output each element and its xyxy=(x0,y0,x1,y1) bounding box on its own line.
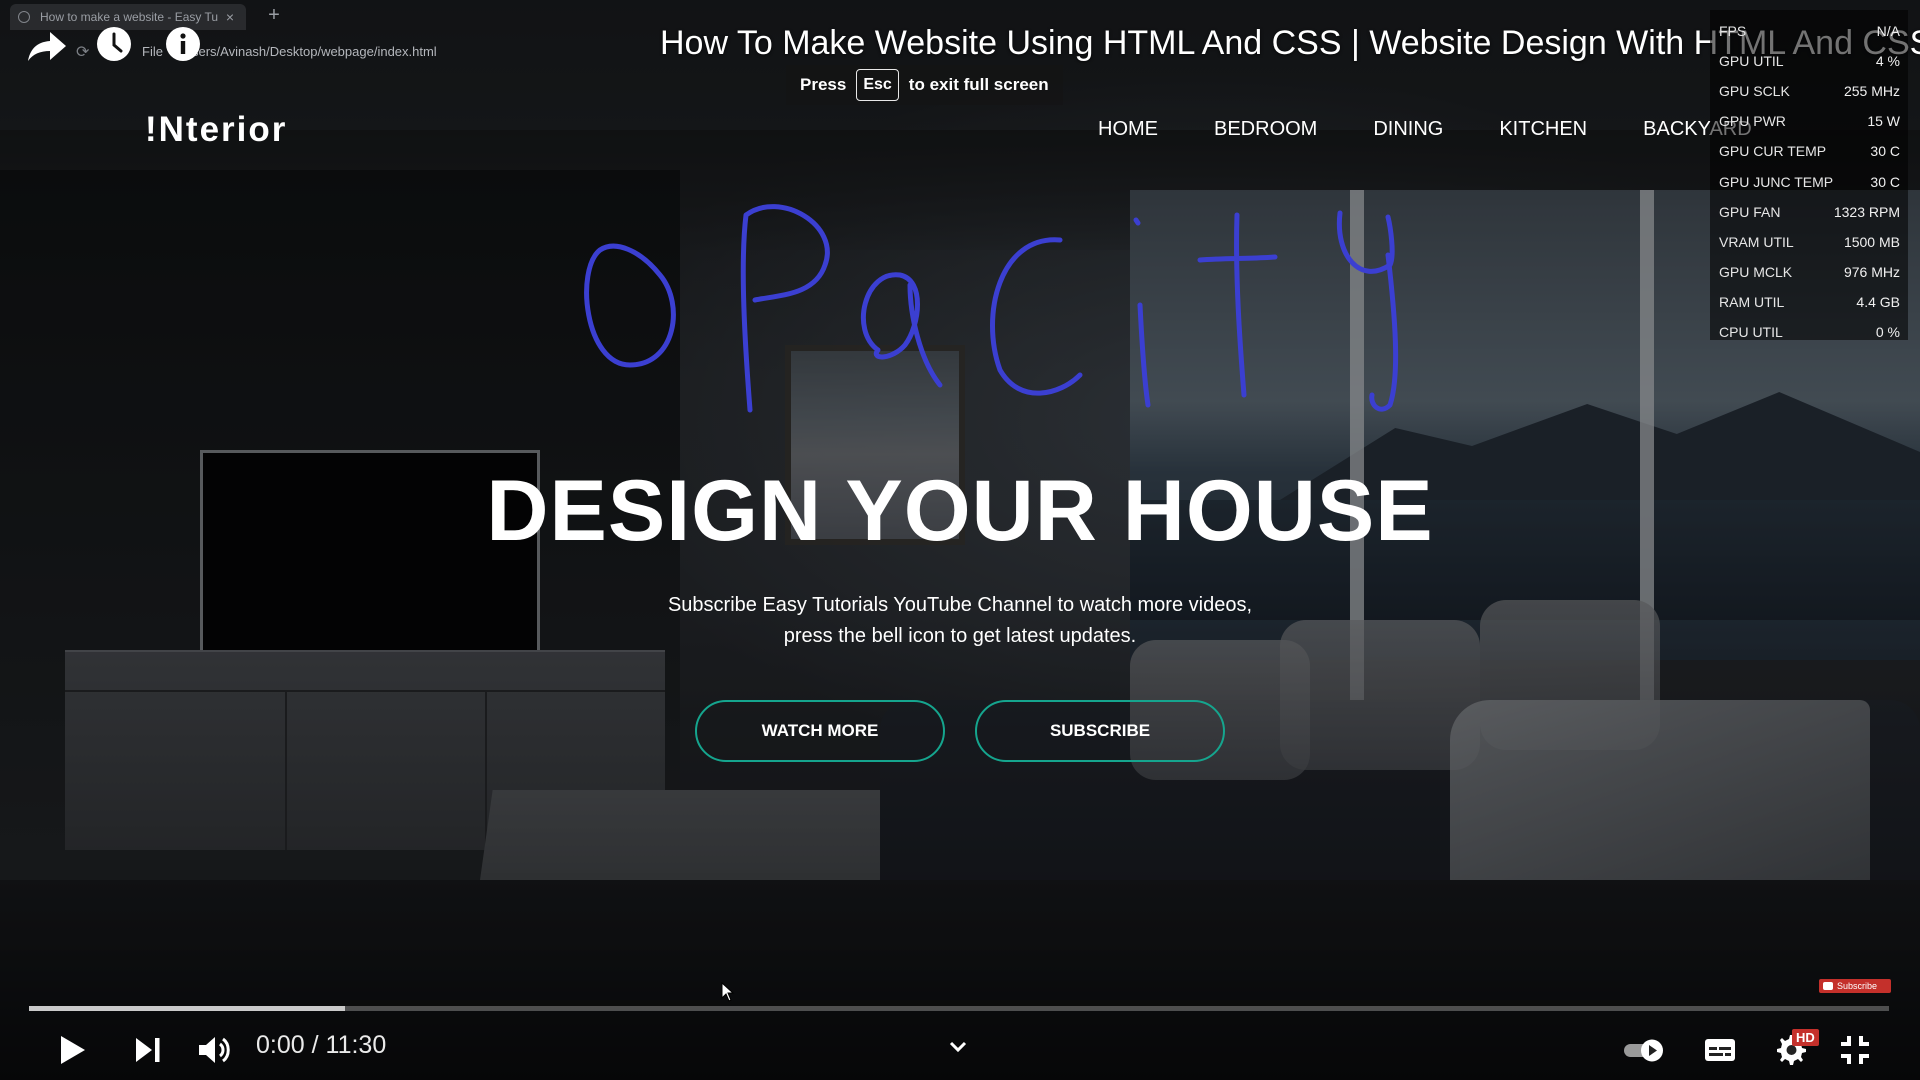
stat-value: 15 W xyxy=(1867,113,1900,130)
time-separator: / xyxy=(311,1031,319,1059)
stat-row: GPU CUR TEMP 30 C xyxy=(1719,136,1900,166)
stat-row: GPU PWR 15 W xyxy=(1719,106,1900,136)
handwritten-annotation: oPacity xyxy=(584,204,1399,413)
next-icon[interactable] xyxy=(132,1030,164,1070)
tab-title: How to make a website - Easy Tu xyxy=(40,10,219,24)
autoplay-toggle-icon[interactable] xyxy=(1622,1030,1668,1070)
new-tab-button[interactable]: + xyxy=(262,4,286,28)
clock-icon[interactable] xyxy=(96,26,132,62)
url-scheme: File xyxy=(142,44,163,59)
mouse-cursor-icon xyxy=(721,982,735,1002)
settings-button[interactable]: HD xyxy=(1772,1029,1819,1070)
stat-value: 4.4 GB xyxy=(1856,293,1900,310)
duration: 11:30 xyxy=(325,1031,387,1059)
stat-label: GPU JUNC TEMP xyxy=(1719,173,1834,190)
stat-row: GPU FAN 1323 RPM xyxy=(1719,197,1900,227)
esc-key-badge: Esc xyxy=(856,69,899,101)
progress-bar[interactable] xyxy=(29,1004,1889,1012)
stat-label: RAM UTIL xyxy=(1719,293,1785,310)
channel-subscribe-watermark[interactable]: Subscribe xyxy=(1819,979,1891,993)
nav-home[interactable]: HOME xyxy=(1098,118,1158,141)
reload-icon[interactable]: ⟳ xyxy=(76,42,89,62)
volume-icon[interactable] xyxy=(196,1030,232,1070)
chevron-down-icon[interactable] xyxy=(946,1030,970,1070)
nav-bedroom[interactable]: BEDROOM xyxy=(1214,118,1317,141)
stat-label: GPU UTIL xyxy=(1719,53,1784,70)
address-bar[interactable]: ⟳ File Users/Avinash/Desktop/webpage/ind… xyxy=(10,38,510,66)
stat-value: 1323 RPM xyxy=(1833,203,1900,220)
hd-badge: HD xyxy=(1792,1029,1819,1046)
subscribe-button[interactable]: SUBSCRIBE xyxy=(975,700,1225,762)
progress-buffered xyxy=(29,1006,346,1011)
stat-label: GPU PWR xyxy=(1719,113,1786,130)
stat-value: 1500 MB xyxy=(1843,233,1900,250)
stat-row: GPU MCLK 976 MHz xyxy=(1719,257,1900,287)
hero-subtitle-line1: Subscribe Easy Tutorials YouTube Channel… xyxy=(667,594,1253,616)
stat-label: FPS xyxy=(1719,23,1747,40)
info-icon[interactable] xyxy=(165,26,201,62)
stat-value: 4 % xyxy=(1875,53,1900,70)
play-icon[interactable] xyxy=(55,1030,91,1070)
stat-value: 30 C xyxy=(1870,143,1900,160)
current-time: 0:00 xyxy=(256,1031,305,1059)
stat-value: 976 MHz xyxy=(1843,263,1900,280)
stat-label: GPU SCLK xyxy=(1719,83,1790,100)
stat-label: GPU FAN xyxy=(1719,203,1781,220)
stat-row: GPU JUNC TEMP 30 C xyxy=(1719,166,1900,196)
esc-hint-prefix: Press xyxy=(800,75,847,94)
globe-icon xyxy=(18,11,30,23)
watch-more-button[interactable]: WATCH MORE xyxy=(695,700,945,762)
stat-row: GPU UTIL 4 % xyxy=(1719,46,1900,76)
stat-label: VRAM UTIL xyxy=(1719,233,1794,250)
stat-label: CPU UTIL xyxy=(1719,323,1783,340)
stat-value: N/A xyxy=(1876,23,1900,40)
hero-subtitle: Subscribe Easy Tutorials YouTube Channel… xyxy=(560,590,1360,652)
video-frame[interactable]: How to make a website - Easy Tu × + ⟳ Fi… xyxy=(0,0,1920,1080)
stat-row: CPU UTIL 0 % xyxy=(1719,317,1900,347)
site-nav: HOME BEDROOM DINING KITCHEN BACKYARD xyxy=(1098,118,1808,141)
stat-value: 30 C xyxy=(1870,173,1900,190)
nav-dining[interactable]: DINING xyxy=(1373,118,1443,141)
player-controls: 0:00 / 11:30 HD xyxy=(0,1020,1920,1080)
stat-row: VRAM UTIL 1500 MB xyxy=(1719,227,1900,257)
gpu-stats-overlay: FPS N/A GPU UTIL 4 % GPU SCLK 255 MHz GPU P… xyxy=(1710,10,1908,340)
stat-value: 255 MHz xyxy=(1843,83,1900,100)
stat-row: GPU SCLK 255 MHz xyxy=(1719,76,1900,106)
captions-icon[interactable] xyxy=(1703,1030,1737,1070)
url-path: Users/Avinash/Desktop/webpage/index.html xyxy=(182,44,437,59)
esc-hint-suffix: to exit full screen xyxy=(908,75,1049,94)
stat-label: GPU CUR TEMP xyxy=(1719,143,1827,160)
fullscreen-exit-icon[interactable] xyxy=(1838,1030,1872,1070)
stat-row: FPS N/A xyxy=(1719,16,1900,46)
hero-title: DESIGN YOUR HOUSE xyxy=(486,463,1434,559)
stat-row: RAM UTIL 4.4 GB xyxy=(1719,287,1900,317)
stat-value: 0 % xyxy=(1875,323,1900,340)
time-display: 0:00 / 11:30 xyxy=(256,1031,386,1060)
hero-subtitle-line2: press the bell icon to get latest update… xyxy=(783,625,1137,647)
stat-label: GPU MCLK xyxy=(1719,263,1793,280)
fullscreen-exit-hint: Press Esc to exit full screen xyxy=(786,65,1063,105)
nav-kitchen[interactable]: KITCHEN xyxy=(1499,118,1587,141)
share-icon[interactable] xyxy=(26,28,68,64)
site-logo[interactable]: !Nterior xyxy=(145,110,287,150)
tab-close-button[interactable]: × xyxy=(222,9,238,25)
